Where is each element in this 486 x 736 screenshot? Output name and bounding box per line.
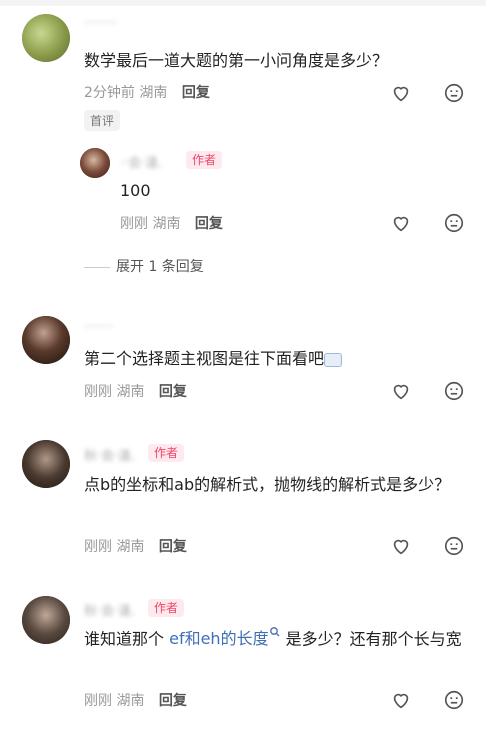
unhappy-face-icon[interactable] xyxy=(443,689,465,711)
comment-meta: 刚刚 湖南 回复 xyxy=(84,536,187,556)
comment-text-content: 第二个选择题主视图是往下面看吧 xyxy=(84,349,325,368)
reply-button[interactable]: 回复 xyxy=(159,539,187,555)
comment-location: 湖南 xyxy=(116,384,145,400)
comment-text: 谁知道那个 ef和eh的长度 是多少？还有那个长与宽 xyxy=(84,626,469,651)
search-icon xyxy=(269,627,280,637)
username[interactable]: ······· xyxy=(84,320,113,335)
comment-text: 数学最后一道大题的第一小问角度是多少？ xyxy=(84,51,389,70)
username[interactable]: 秋·会·逢. xyxy=(84,600,135,619)
comment-location: 湖南 xyxy=(116,539,145,555)
username[interactable]: 秋·会·逢. xyxy=(84,445,135,464)
unhappy-face-icon[interactable] xyxy=(443,535,465,557)
comment-text: 点b的坐标和ab的解析式，抛物线的解析式是多少？ xyxy=(84,475,451,494)
comment-meta: 2分钟前 湖南 回复 xyxy=(84,82,210,102)
heart-icon[interactable] xyxy=(390,380,412,402)
heart-icon[interactable] xyxy=(390,689,412,711)
author-tag: 作者 xyxy=(148,444,185,462)
username[interactable]: ··会·逢. xyxy=(120,152,163,171)
expand-replies-button[interactable]: 展开 1 条回复 xyxy=(84,256,204,276)
comment-time: 2分钟前 xyxy=(84,85,135,101)
comment-text: 100 xyxy=(120,181,151,200)
comment-location: 湖南 xyxy=(152,216,181,232)
avatar[interactable] xyxy=(22,440,70,488)
comment-text-after: 是多少？还有那个长与宽 xyxy=(285,629,462,649)
search-link[interactable]: ef和eh的长度 xyxy=(169,627,280,649)
unhappy-face-icon[interactable] xyxy=(443,82,465,104)
author-tag: 作者 xyxy=(186,151,223,169)
comment-text: 第二个选择题主视图是往下面看吧 xyxy=(84,346,343,371)
first-comment-badge: 首评 xyxy=(84,110,121,131)
reply-button[interactable]: 回复 xyxy=(159,693,187,709)
top-divider xyxy=(0,0,486,6)
reply-button[interactable]: 回复 xyxy=(182,85,210,101)
comment-meta: 刚刚 湖南 回复 xyxy=(84,381,187,401)
comment-meta: 刚刚 湖南 回复 xyxy=(84,690,187,710)
comment-time: 刚刚 xyxy=(120,216,148,232)
avatar[interactable] xyxy=(80,148,110,178)
search-link-label: ef和eh的长度 xyxy=(169,629,269,649)
comment-time: 刚刚 xyxy=(84,539,112,555)
avatar[interactable] xyxy=(22,316,70,364)
heart-icon[interactable] xyxy=(390,212,412,234)
comment-time: 刚刚 xyxy=(84,693,112,709)
reply-button[interactable]: 回复 xyxy=(195,216,223,232)
avatar[interactable] xyxy=(22,596,70,644)
comment-meta: 刚刚 湖南 回复 xyxy=(120,213,223,233)
username[interactable]: ········ xyxy=(84,16,117,31)
comment-location: 湖南 xyxy=(116,693,145,709)
comment-text-before: 谁知道那个 xyxy=(84,629,165,649)
unhappy-face-icon[interactable] xyxy=(443,212,465,234)
comment-location: 湖南 xyxy=(139,85,168,101)
divider-line xyxy=(84,266,110,268)
author-tag: 作者 xyxy=(148,599,185,617)
comment-time: 刚刚 xyxy=(84,384,112,400)
expand-replies-label: 展开 1 条回复 xyxy=(116,259,204,275)
heart-icon[interactable] xyxy=(390,535,412,557)
reply-button[interactable]: 回复 xyxy=(159,384,187,400)
heart-icon[interactable] xyxy=(390,82,412,104)
avatar[interactable] xyxy=(22,14,70,62)
unhappy-face-icon[interactable] xyxy=(443,380,465,402)
emoji-icon xyxy=(324,352,343,367)
